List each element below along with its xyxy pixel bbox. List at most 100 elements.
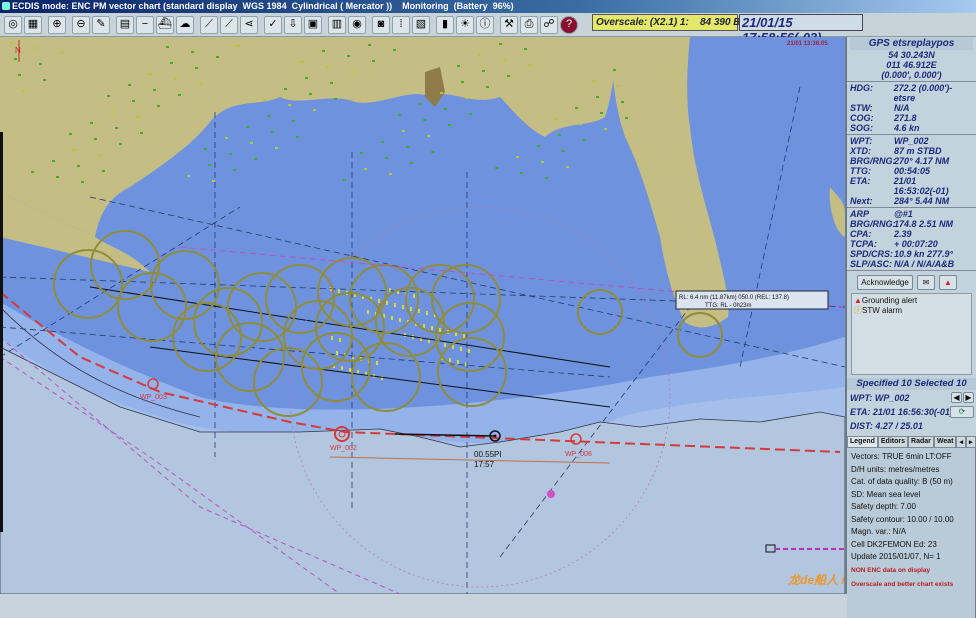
vegetation-mark [554,118,557,120]
vegetation-mark [56,176,59,178]
alarm-list[interactable]: ▲ Grounding alert ⓘ STW alarm [851,293,972,375]
target-icon[interactable]: ◉ [348,15,366,34]
help-icon[interactable]: ? [560,15,578,34]
vegetation-mark [604,128,607,130]
vegetation-mark [558,134,561,136]
acknowledge-button[interactable]: Acknowledge [857,275,913,290]
vegetation-mark [596,96,599,98]
vegetation-mark [617,85,620,87]
arp-row: BRG/RNG: 174.8 2.51 NM [850,219,973,229]
zoom-out-icon[interactable]: ⊖ [72,15,90,34]
row-label: WPT: [850,136,873,146]
route-monitor-icon[interactable]: ⟳ [950,406,974,418]
ship-frame-icon[interactable]: ⛴ [156,15,174,34]
vegetation-mark [10,42,13,44]
row-value: 284° 5.44 NM [894,196,950,206]
vegetation-mark [461,81,464,83]
row-label: BRG/RNG: [850,219,896,229]
network-icon[interactable]: ☍ [540,15,558,34]
vegetation-mark [381,141,384,143]
chart-pencil-icon[interactable]: ✎ [92,15,110,34]
gps-title: GPS etsreplaypos [850,38,973,50]
vegetation-mark [419,103,422,105]
vegetation-mark [140,132,143,134]
vegetation-mark [600,112,603,114]
legend-warning: NON ENC data on display [851,566,931,574]
panel-tabs: Legend Editors Radar Weat ◂ ▸ [847,436,976,448]
row-label: TCPA: [850,239,877,249]
window-title: ECDIS mode: ENC PM vector chart (standar… [12,1,514,11]
vegetation-mark [128,84,131,86]
vegetation-mark [237,45,240,47]
alarm-silence-icon[interactable]: ▲ [939,275,957,290]
check-route-icon[interactable]: ✓ [264,15,282,34]
share-icon[interactable]: ⋖ [240,15,258,34]
vegetation-mark [73,149,76,151]
map-scroll-icon[interactable]: ▧ [412,15,430,34]
vegetation-mark [81,181,84,183]
minus-icon[interactable]: − [136,15,154,34]
svg-text:RL: 6.4 nm (11.87km) 050.0 (RE: RL: 6.4 nm (11.87km) 050.0 (REL: 137.8) [679,295,789,301]
vegetation-mark [208,164,211,166]
current-arrow [449,358,451,362]
route-header: Specified 10 Selected 10 [847,378,976,390]
alarm-item[interactable]: ⓘ STW alarm [854,306,969,316]
vegetation-mark [313,109,316,111]
own-ship-time: 17:57 [474,460,495,469]
vegetation-mark [465,97,468,99]
row-value: 10.9 kn 277.9° [894,249,954,259]
vegetation-mark [592,80,595,82]
danger-mark [547,490,555,498]
title-bar: ECDIS mode: ENC PM vector chart (standar… [0,0,976,13]
vegetation-mark [503,59,506,61]
gps-lon: 011 46.912E [886,60,937,70]
legend-line: Cell DK2FEMON Ed: 23 [851,539,937,549]
vegetation-mark [528,64,531,66]
vegetation-mark [296,136,299,138]
mail-icon[interactable]: ✉ [917,275,935,290]
tab-legend[interactable]: Legend [847,436,878,448]
vegetation-mark [478,54,481,56]
calendar-icon[interactable]: ▦ [24,15,42,34]
print-icon[interactable]: ⎙ [520,15,538,34]
vegetation-mark [613,69,616,71]
book-plus-icon[interactable]: ▣ [304,15,322,34]
book-icon[interactable]: ▥ [328,15,346,34]
waypoint-section: WPT: WP_002 XTD: 87 m STBD BRG/RNG: 270° 4.17… [847,135,976,208]
route-edit-icon[interactable]: ⟋ [220,15,238,34]
row-value: 174.8 2.51 NM [894,219,954,229]
next-waypoint-button[interactable]: ▶ [963,392,974,403]
row-value: 271.8 [894,113,917,123]
nav-row: HDG: 272.2 (0.000')-etsre [850,83,973,103]
current-arrow [357,370,359,374]
brightness-icon[interactable]: ☀ [456,15,474,34]
route-icon[interactable]: ⟋ [200,15,218,34]
alarm-item[interactable]: ▲ Grounding alert [854,296,969,306]
current-arrow [394,303,396,307]
vegetation-mark [69,133,72,135]
scale-bar [0,132,3,532]
tab-radar[interactable]: Radar [908,436,934,448]
vegetation-mark [305,77,308,79]
tab-editors[interactable]: Editors [877,436,909,448]
lifebuoy-icon[interactable]: ◎ [4,15,22,34]
chart-display[interactable]: WP_003 WP_002 WP_006 00.55PI 17:57 N 21/… [0,37,845,594]
tab-scroll-right[interactable]: ▸ [965,436,976,448]
download-route-icon[interactable]: ⇩ [284,15,302,34]
zoom-in-icon[interactable]: ⊕ [48,15,66,34]
arp-row: CPA: 2.39 [850,229,973,239]
tab-weather[interactable]: Weat [933,436,957,448]
tab-scroll-left[interactable]: ◂ [956,436,966,448]
current-arrow [331,336,333,340]
sensor-icon[interactable]: ⁞ [392,15,410,34]
vegetation-mark [410,162,413,164]
vegetation-mark [440,92,443,94]
prev-waypoint-button[interactable]: ◀ [951,392,962,403]
current-arrow [339,338,341,342]
layers-icon[interactable]: ▤ [116,15,134,34]
camera-target-icon[interactable]: ◙ [372,15,390,34]
cloud-icon[interactable]: ☁ [176,15,194,34]
info-icon[interactable]: ⓘ [476,15,494,34]
tools-icon[interactable]: ⚒ [500,15,518,34]
colors-icon[interactable]: ▮ [436,15,454,34]
